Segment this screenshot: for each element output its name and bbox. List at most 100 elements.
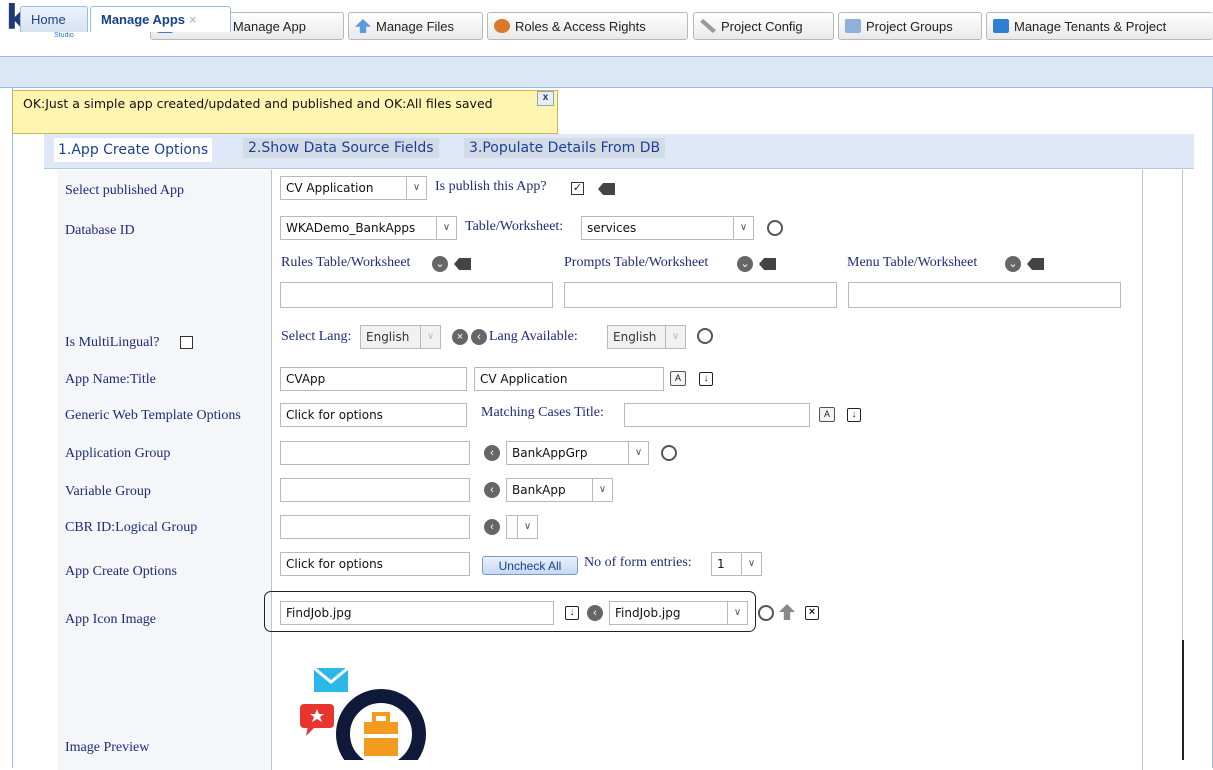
toolbar-label: Manage Files xyxy=(376,18,455,34)
chevron-down-icon[interactable]: ⌄ xyxy=(737,256,753,272)
publish-app-checkbox[interactable]: ✓ xyxy=(571,182,584,195)
chevron-left-icon[interactable]: ‹ xyxy=(471,329,487,345)
chevron-down-icon: ∨ xyxy=(420,326,440,348)
variable-group-label: Variable Group xyxy=(65,484,151,499)
logo-subtitle: Studio xyxy=(54,32,74,39)
application-group-select[interactable]: BankAppGrp ∨ xyxy=(506,441,649,465)
notification-close-icon[interactable]: x xyxy=(537,91,554,106)
refresh-icon[interactable] xyxy=(697,328,713,344)
app-icon-select[interactable]: FindJob.jpg ∨ xyxy=(609,601,748,625)
table-worksheet-value: services xyxy=(587,221,637,235)
download-icon[interactable]: ↓ xyxy=(565,606,579,620)
table-worksheet-select[interactable]: services ∨ xyxy=(581,216,754,240)
briefcase-icon xyxy=(364,722,398,756)
chevron-down-icon: ∨ xyxy=(727,602,747,624)
project-config-button[interactable]: Project Config xyxy=(693,12,834,40)
variable-group-input[interactable] xyxy=(280,478,470,502)
chevron-left-icon[interactable]: ‹ xyxy=(484,482,500,498)
app-icon-preview xyxy=(300,666,426,760)
variable-group-value: BankApp xyxy=(512,483,566,497)
application-group-value: BankAppGrp xyxy=(512,446,588,460)
chevron-down-icon[interactable]: ⌄ xyxy=(1005,256,1021,272)
uncheck-all-button[interactable]: Uncheck All xyxy=(482,556,578,575)
multilingual-checkbox[interactable] xyxy=(180,336,193,349)
app-name-label: App Name:Title xyxy=(65,372,156,387)
cbr-input[interactable] xyxy=(280,515,470,539)
scrollbar[interactable] xyxy=(1182,640,1184,760)
tab-home[interactable]: Home xyxy=(20,6,88,32)
chevron-left-icon[interactable]: ‹ xyxy=(484,519,500,535)
lang-available-select[interactable]: English ∨ xyxy=(607,325,686,349)
chevron-left-icon[interactable]: ‹ xyxy=(484,445,500,461)
divider xyxy=(271,170,272,770)
close-icon[interactable]: × xyxy=(805,606,819,620)
remove-icon[interactable]: × xyxy=(452,329,468,345)
wizard-steps: 1.App Create Options 2.Show Data Source … xyxy=(44,134,1194,169)
web-template-label: Generic Web Template Options xyxy=(65,408,241,423)
download-icon[interactable]: ↓ xyxy=(699,372,713,386)
tab-bar xyxy=(0,56,1213,88)
tab-manage-apps[interactable]: Manage Apps × xyxy=(90,6,231,32)
step-show-data-source-fields[interactable]: 2.Show Data Source Fields xyxy=(243,138,439,158)
app-name-input[interactable]: CVApp xyxy=(280,367,467,391)
chevron-down-icon[interactable]: ⌄ xyxy=(432,256,448,272)
manage-tenants-button[interactable]: Manage Tenants & Project xyxy=(986,12,1213,40)
web-template-input[interactable]: Click for options xyxy=(280,403,467,427)
cbr-select[interactable]: ∨ xyxy=(506,515,538,539)
manage-files-button[interactable]: Manage Files xyxy=(348,12,483,40)
tab-close-icon[interactable]: × xyxy=(189,12,197,27)
chevron-down-icon: ∨ xyxy=(628,442,648,464)
tab-manage-apps-label: Manage Apps xyxy=(101,12,186,27)
tools-icon xyxy=(700,19,716,33)
matching-cases-input[interactable] xyxy=(624,403,810,427)
refresh-icon[interactable] xyxy=(758,605,774,621)
divider xyxy=(1182,170,1183,640)
toolbar-label: Roles & Access Rights xyxy=(515,18,646,34)
step-populate-details[interactable]: 3.Populate Details From DB xyxy=(464,138,666,158)
select-lang-select[interactable]: English ∨ xyxy=(360,325,441,349)
tenants-icon xyxy=(993,19,1009,33)
form-entries-value: 1 xyxy=(717,557,725,571)
chevron-left-icon[interactable]: ‹ xyxy=(587,605,603,621)
chevron-down-icon: ∨ xyxy=(436,217,456,239)
translate-icon[interactable]: A xyxy=(670,371,686,386)
prompts-worksheet-label: Prompts Table/Worksheet xyxy=(564,255,709,270)
users-icon xyxy=(494,19,510,33)
notification-message: OK:Just a simple app created/updated and… xyxy=(12,90,558,134)
published-app-select[interactable]: CV Application ∨ xyxy=(280,176,427,200)
translate-icon[interactable]: A xyxy=(819,407,835,422)
app-create-options-input[interactable]: Click for options xyxy=(280,552,470,576)
application-group-input[interactable] xyxy=(280,441,470,465)
tab-home-label: Home xyxy=(31,12,66,27)
toolbar-label: Project Config xyxy=(721,18,803,34)
menu-worksheet-input[interactable] xyxy=(848,282,1121,308)
project-groups-button[interactable]: Project Groups xyxy=(838,12,982,40)
roles-access-rights-button[interactable]: Roles & Access Rights xyxy=(487,12,688,40)
prompts-worksheet-input[interactable] xyxy=(564,282,837,308)
download-icon[interactable]: ↓ xyxy=(847,408,861,422)
chevron-down-icon: ∨ xyxy=(517,516,537,538)
app-icon-select-value: FindJob.jpg xyxy=(615,606,681,620)
toolbar-label: Project Groups xyxy=(866,18,953,34)
chevron-down-icon: ∨ xyxy=(406,177,426,199)
database-id-select[interactable]: WKADemo_BankApps ∨ xyxy=(280,216,457,240)
rules-worksheet-input[interactable] xyxy=(280,282,553,308)
step-app-create-options[interactable]: 1.App Create Options xyxy=(54,138,213,162)
variable-group-select[interactable]: BankApp ∨ xyxy=(506,478,613,502)
app-create-options-label: App Create Options xyxy=(65,564,177,579)
app-title-input[interactable]: CV Application xyxy=(474,367,664,391)
database-id-value: WKADemo_BankApps xyxy=(286,221,416,235)
form-entries-label: No of form entries: xyxy=(584,555,692,570)
toolbar-label: Manage Tenants & Project xyxy=(1014,18,1167,34)
matching-cases-label: Matching Cases Title: xyxy=(481,405,604,420)
refresh-icon[interactable] xyxy=(661,445,677,461)
refresh-icon[interactable] xyxy=(767,220,783,236)
app-icon-image-label: App Icon Image xyxy=(65,612,156,627)
lang-available-value: English xyxy=(613,330,657,344)
form-entries-select[interactable]: 1 ∨ xyxy=(711,552,762,576)
menu-worksheet-label: Menu Table/Worksheet xyxy=(847,255,978,270)
app-icon-input[interactable]: FindJob.jpg xyxy=(280,601,554,625)
table-worksheet-label: Table/Worksheet: xyxy=(465,219,564,234)
select-lang-label: Select Lang: xyxy=(281,329,352,344)
chevron-down-icon: ∨ xyxy=(741,553,761,575)
